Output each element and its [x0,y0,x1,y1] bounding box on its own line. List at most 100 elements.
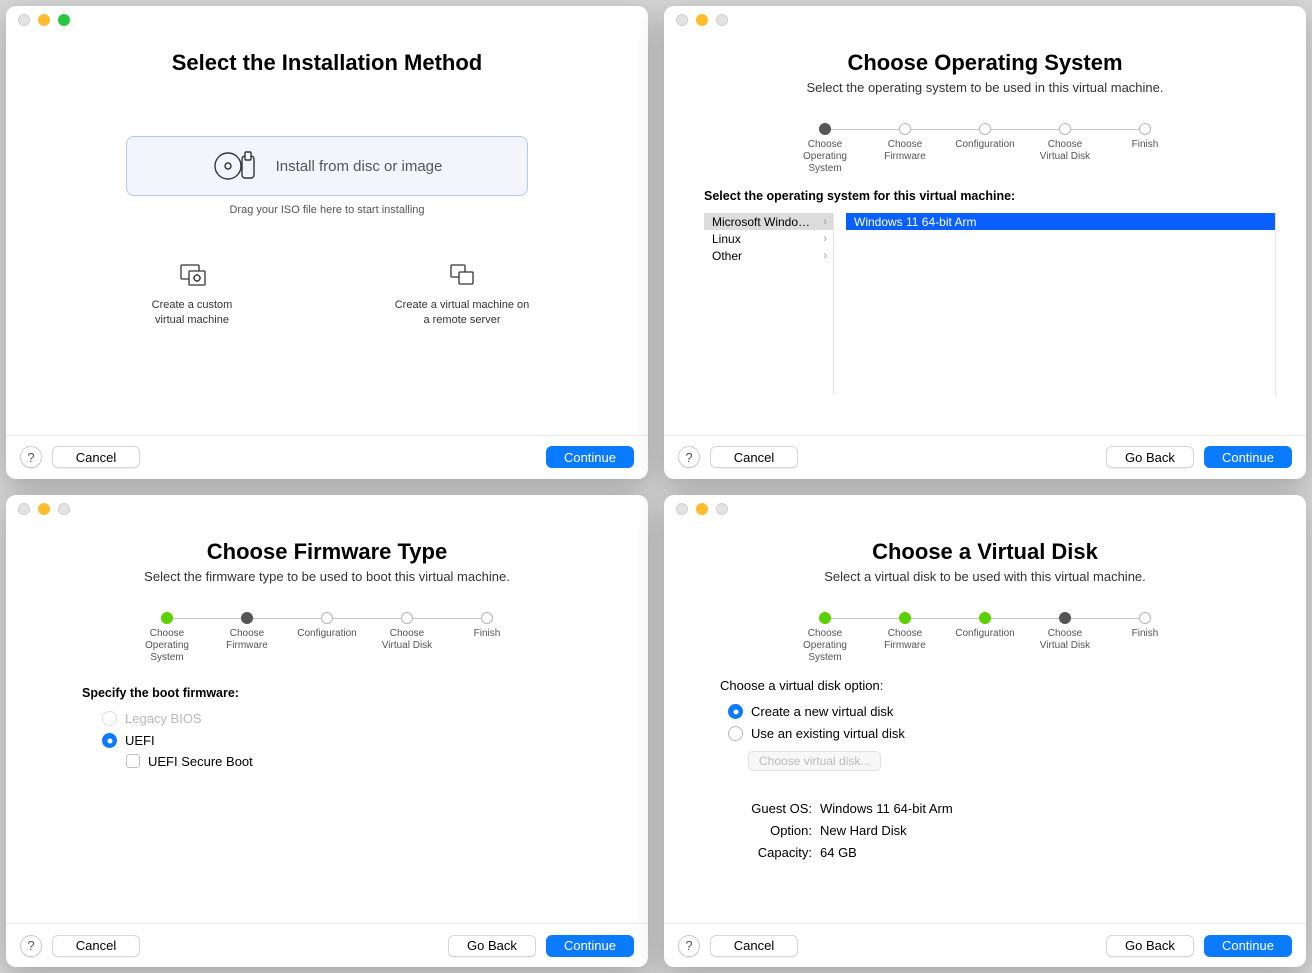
summary-key-guest-os: Guest OS: [746,801,812,823]
step-label: Choose Firmware [884,628,926,652]
zoom-icon[interactable] [58,503,70,515]
step-dot [161,612,173,624]
titlebar [6,6,648,34]
dropzone-hint: Drag your ISO file here to start install… [36,204,618,216]
dropzone-label: Install from disc or image [276,158,443,175]
install-dropzone[interactable]: Install from disc or image [126,136,528,196]
step-label: Choose Firmware [226,628,268,652]
close-icon[interactable] [676,503,688,515]
os-family-item[interactable]: Microsoft Windo… › [704,213,833,230]
chevron-right-icon: › [823,250,827,262]
step-label: Finish [1132,139,1159,151]
section-label: Select the operating system for this vir… [704,189,1276,203]
step-label: Configuration [955,628,1014,640]
uefi-secure-boot-checkbox[interactable]: UEFI Secure Boot [126,754,618,769]
minimize-icon[interactable] [38,14,50,26]
create-custom-vm-option[interactable]: Create a custom virtual machine [112,264,272,328]
custom-vm-icon [180,264,204,288]
titlebar [6,495,648,523]
titlebar [664,6,1306,34]
section-label: Specify the boot firmware: [82,686,618,700]
cancel-button[interactable]: Cancel [710,446,798,468]
section-label: Choose a virtual disk option: [720,678,1276,693]
zoom-icon[interactable] [716,14,728,26]
help-button[interactable]: ? [20,446,42,468]
radio-input[interactable] [728,726,743,741]
chevron-right-icon: › [823,233,827,245]
help-button[interactable]: ? [678,935,700,957]
window-install-method: Select the Installation Method Install f… [6,6,648,479]
wizard-stepper: Choose Operating System Choose Firmware … [765,612,1205,664]
radio-input[interactable] [728,704,743,719]
step-dot [321,612,333,624]
zoom-icon[interactable] [716,503,728,515]
chevron-right-icon: › [823,216,827,228]
cancel-button[interactable]: Cancel [52,935,140,957]
continue-button[interactable]: Continue [1204,446,1292,468]
step-dot [899,123,911,135]
step-dot [819,123,831,135]
summary-val-option: New Hard Disk [820,823,907,845]
summary-val-capacity: 64 GB [820,845,857,867]
continue-button[interactable]: Continue [546,935,634,957]
continue-button[interactable]: Continue [1204,935,1292,957]
remote-vm-icon [450,264,474,288]
create-new-disk-radio[interactable]: Create a new virtual disk [728,701,1276,723]
zoom-icon[interactable] [58,14,70,26]
radio-label: Use an existing virtual disk [751,726,905,741]
use-existing-disk-radio[interactable]: Use an existing virtual disk [728,723,1276,745]
minimize-icon[interactable] [696,14,708,26]
wizard-stepper: Choose Operating System Choose Firmware … [765,123,1205,175]
step-dot [481,612,493,624]
page-title: Choose Firmware Type [36,539,618,565]
minimize-icon[interactable] [38,503,50,515]
step-dot [819,612,831,624]
close-icon[interactable] [676,14,688,26]
step-label: Choose Operating System [145,628,189,664]
choose-virtual-disk-button: Choose virtual disk... [748,751,881,771]
checkbox-input[interactable] [126,754,140,768]
go-back-button[interactable]: Go Back [1106,935,1194,957]
summary-key-capacity: Capacity: [746,845,812,867]
close-icon[interactable] [18,503,30,515]
summary-key-option: Option: [746,823,812,845]
step-label: Choose Virtual Disk [1040,139,1090,163]
step-label: Finish [1132,628,1159,640]
radio-input [102,711,117,726]
firmware-legacy-radio: Legacy BIOS [102,708,618,730]
step-label: Configuration [955,139,1014,151]
step-dot [979,123,991,135]
page-title: Choose a Virtual Disk [694,539,1276,565]
close-icon[interactable] [18,14,30,26]
go-back-button[interactable]: Go Back [448,935,536,957]
radio-label: UEFI [125,733,155,748]
cancel-button[interactable]: Cancel [52,446,140,468]
os-version-item[interactable]: Windows 11 64-bit Arm [846,213,1275,230]
create-remote-vm-option[interactable]: Create a virtual machine on a remote ser… [382,264,542,328]
radio-label: Legacy BIOS [125,711,202,726]
titlebar [664,495,1306,523]
step-label: Choose Virtual Disk [1040,628,1090,652]
remote-vm-label: Create a virtual machine on a remote ser… [395,298,530,328]
os-version-label: Windows 11 64-bit Arm [854,215,977,229]
window-choose-os: Choose Operating System Select the opera… [664,6,1306,479]
step-label: Choose Virtual Disk [382,628,432,652]
os-family-item[interactable]: Other › [704,247,833,264]
os-family-label: Linux [712,232,741,246]
step-dot [1139,612,1151,624]
radio-input[interactable] [102,733,117,748]
go-back-button[interactable]: Go Back [1106,446,1194,468]
page-subtitle: Select a virtual disk to be used with th… [694,569,1276,584]
firmware-uefi-radio[interactable]: UEFI [102,730,618,752]
page-title: Select the Installation Method [36,50,618,76]
help-button[interactable]: ? [20,935,42,957]
step-dot [899,612,911,624]
os-family-item[interactable]: Linux › [704,230,833,247]
continue-button[interactable]: Continue [546,446,634,468]
minimize-icon[interactable] [696,503,708,515]
os-version-list[interactable]: Windows 11 64-bit Arm [846,213,1276,395]
help-button[interactable]: ? [678,446,700,468]
cancel-button[interactable]: Cancel [710,935,798,957]
page-subtitle: Select the firmware type to be used to b… [36,569,618,584]
os-family-list[interactable]: Microsoft Windo… › Linux › Other › [704,213,834,395]
